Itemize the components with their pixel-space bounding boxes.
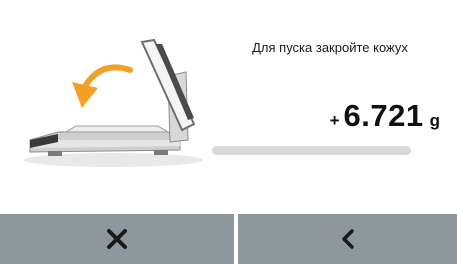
progress-bar <box>212 146 411 155</box>
back-button[interactable] <box>238 214 457 264</box>
balance-foot-left <box>48 151 62 156</box>
cancel-button[interactable] <box>0 214 234 264</box>
instruction-message: Для пуска закройте кожух <box>252 40 408 55</box>
weight-sign: + <box>329 111 340 130</box>
weight-readout: + 6.721 g <box>300 98 440 134</box>
weight-value: 6.721 <box>343 98 424 133</box>
instruction-screen: Для пуска закройте кожух + 6.721 g <box>0 0 457 264</box>
footer-button-bar <box>0 212 457 264</box>
weight-unit: g <box>429 111 440 130</box>
chevron-left-icon <box>341 229 354 249</box>
balance-draft-shield-illustration <box>23 38 203 167</box>
balance-foot-right <box>154 150 168 155</box>
close-direction-arrowhead <box>72 82 98 108</box>
close-direction-arrow <box>81 64 133 91</box>
weighing-pan <box>64 125 170 133</box>
close-icon <box>107 229 127 249</box>
content-area: Для пуска закройте кожух + 6.721 g <box>0 0 457 212</box>
